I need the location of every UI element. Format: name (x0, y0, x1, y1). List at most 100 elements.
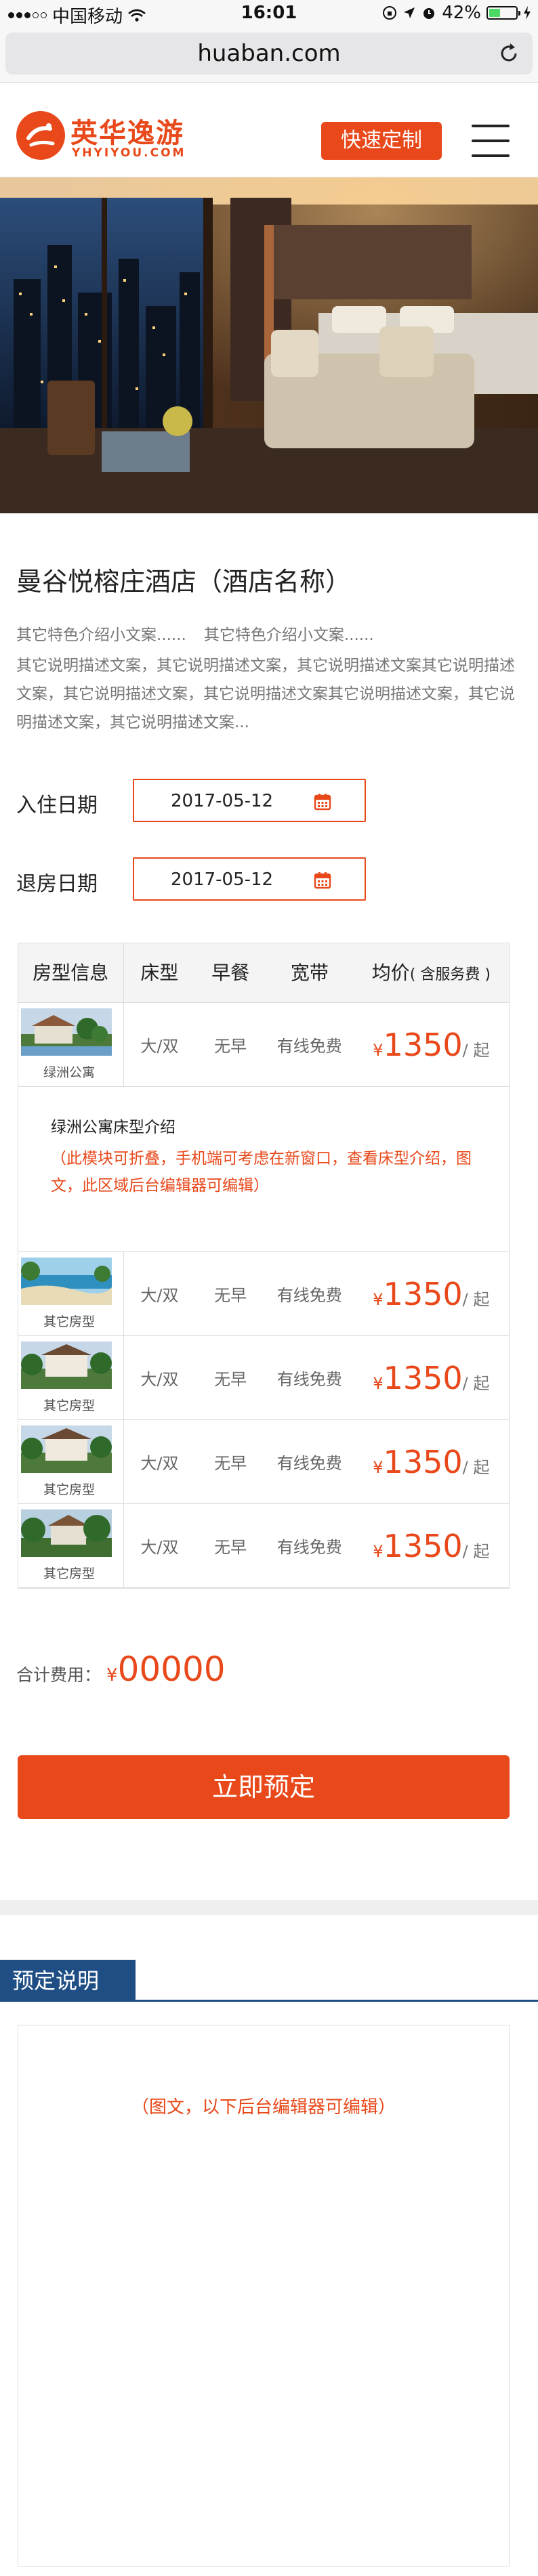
breakfast-cell: 无早 (214, 1454, 247, 1473)
currency-symbol: ¥ (373, 1457, 384, 1477)
price-cell: ¥1350/ 起 (354, 1360, 509, 1396)
price-value: 1350 (383, 1443, 463, 1480)
header-breakfast: 早餐 (211, 962, 250, 984)
total-currency: ¥ (106, 1665, 118, 1686)
table-row[interactable]: 其它房型 大/双 无早 有线免费 ¥1350/ 起 (18, 1335, 509, 1420)
broadband-cell: 有线免费 (276, 1538, 342, 1557)
status-icons: 42% (382, 3, 531, 23)
checkin-label: 入住日期 (16, 794, 98, 817)
site-header: 英华逸游 YHYIYOU.COM 快速定制 (0, 83, 538, 177)
table-row[interactable]: 其它房型 大/双 无早 有线免费 ¥1350/ 起 (18, 1503, 509, 1588)
room-type-table: 房型信息 床型 早餐 宽带 均价( 含服务费 ) 绿洲公寓 大/双 无早 有线免… (18, 943, 510, 1589)
currency-symbol: ¥ (373, 1040, 384, 1060)
booking-notes-content: （图文，以下后台编辑器可编辑） (18, 2025, 510, 2567)
price-cell: ¥1350/ 起 (354, 1276, 509, 1312)
broadband-cell: 有线免费 (276, 1370, 342, 1389)
total-cost: 合计费用： ¥00000 (16, 1650, 226, 1689)
book-now-button[interactable]: 立即预定 (18, 1755, 510, 1819)
notes-placeholder-text: （图文，以下后台编辑器可编辑） (131, 2097, 396, 2118)
orientation-lock-icon (383, 6, 397, 20)
checkout-date-field[interactable]: 2017-05-12 (133, 857, 366, 901)
table-row[interactable]: 绿洲公寓 大/双 无早 有线免费 ¥1350/ 起 (18, 1002, 509, 1087)
room-thumbnail (21, 1257, 112, 1305)
section-divider (0, 1900, 538, 1915)
header-price-note: ( 含服务费 ) (409, 966, 491, 983)
hamburger-menu-icon[interactable] (472, 122, 510, 160)
price-unit: / 起 (462, 1289, 490, 1309)
checkin-row: 入住日期 2017-05-12 (16, 779, 369, 822)
price-unit: / 起 (462, 1040, 490, 1060)
hotel-description: 其它说明描述文案，其它说明描述文案，其它说明描述文案其它说明描述文案，其它说明描… (16, 657, 515, 731)
breakfast-cell: 无早 (214, 1538, 247, 1557)
battery-icon (487, 6, 520, 20)
booking-notes-title: 预定说明 (0, 1960, 136, 2002)
room-info-cell: 其它房型 (18, 1419, 124, 1504)
price-unit: / 起 (462, 1541, 490, 1561)
table-row[interactable]: 其它房型 大/双 无早 有线免费 ¥1350/ 起 (18, 1419, 509, 1504)
bed-type-cell: 大/双 (140, 1454, 179, 1473)
total-label: 合计费用： (16, 1665, 102, 1685)
table-row[interactable]: 其它房型 大/双 无早 有线免费 ¥1350/ 起 (18, 1251, 509, 1336)
checkout-date-value: 2017-05-12 (171, 870, 274, 890)
checkout-row: 退房日期 2017-05-12 (16, 857, 369, 901)
room-thumbnail (21, 1509, 112, 1557)
table-header: 房型信息 床型 早餐 宽带 均价( 含服务费 ) (18, 943, 509, 1003)
room-thumbnail (21, 1425, 112, 1473)
currency-symbol: ¥ (373, 1373, 384, 1393)
price-unit: / 起 (462, 1373, 490, 1393)
logo-domain: YHYIYOU.COM (72, 146, 186, 160)
header-price-label: 均价 (371, 962, 410, 984)
currency-symbol: ¥ (373, 1541, 384, 1561)
broadband-cell: 有线免费 (276, 1454, 342, 1473)
price-value: 1350 (383, 1026, 463, 1063)
url-field[interactable]: huaban.com (5, 33, 533, 74)
room-info-cell: 绿洲公寓 (18, 1002, 124, 1087)
battery-percent: 42% (442, 3, 481, 23)
checkin-date-field[interactable]: 2017-05-12 (133, 779, 366, 822)
price-cell: ¥1350/ 起 (354, 1528, 509, 1564)
price-cell: ¥1350/ 起 (354, 1444, 509, 1480)
feature-text: 其它特色介绍小文案...... (16, 626, 186, 644)
room-info-cell: 其它房型 (18, 1503, 124, 1588)
broadband-cell: 有线免费 (276, 1037, 342, 1056)
broadband-cell: 有线免费 (276, 1286, 342, 1305)
intro-panel-text: （此模块可折叠，手机端可考虑在新窗口，查看床型介绍，图文，此区域后台编辑器可编辑… (51, 1150, 472, 1195)
header-avg-price: 均价( 含服务费 ) (354, 943, 509, 1002)
price-value: 1350 (383, 1359, 463, 1396)
alarm-icon (423, 8, 435, 19)
calendar-icon[interactable] (313, 792, 332, 811)
bed-type-cell: 大/双 (140, 1370, 179, 1389)
room-info-cell: 其它房型 (18, 1335, 124, 1420)
calendar-icon[interactable] (313, 871, 332, 890)
bed-type-cell: 大/双 (140, 1037, 179, 1056)
room-type-intro-panel: 绿洲公寓床型介绍 （此模块可折叠，手机端可考虑在新窗口，查看床型介绍，图文，此区… (18, 1087, 509, 1252)
url-text: huaban.com (197, 40, 341, 67)
hotel-room-photo (0, 177, 538, 513)
room-thumbnail (21, 1341, 112, 1389)
breakfast-cell: 无早 (214, 1037, 247, 1056)
header-broadband: 宽带 (290, 962, 329, 984)
intro-panel-title: 绿洲公寓床型介绍 (51, 1119, 175, 1136)
room-info-cell: 其它房型 (18, 1251, 124, 1336)
room-name: 其它房型 (43, 1314, 95, 1329)
breakfast-cell: 无早 (214, 1286, 247, 1305)
price-cell: ¥1350/ 起 (354, 1027, 509, 1063)
bed-type-cell: 大/双 (140, 1286, 179, 1305)
reload-icon[interactable] (497, 42, 520, 65)
hotel-feature-intro: 其它特色介绍小文案...... 其它特色介绍小文案...... (16, 622, 374, 645)
room-name: 其它房型 (43, 1482, 95, 1497)
hotel-name: 曼谷悦榕庄酒店（酒店名称） (16, 567, 352, 597)
booking-notes-header: 预定说明 (0, 1960, 538, 2002)
status-bar: 中国移动 16:01 42% (0, 0, 538, 27)
currency-symbol: ¥ (373, 1289, 384, 1309)
quick-customize-button[interactable]: 快速定制 (321, 122, 442, 160)
room-thumbnail (21, 1008, 112, 1056)
total-value: 00000 (117, 1650, 226, 1689)
site-logo[interactable]: 英华逸游 YHYIYOU.COM (16, 111, 186, 161)
room-name: 其它房型 (43, 1566, 95, 1581)
room-name: 其它房型 (43, 1398, 95, 1413)
logo-mark-icon (16, 111, 65, 160)
header-bed-type: 床型 (140, 962, 179, 984)
logo-text: 英华逸游 (70, 118, 184, 149)
charging-icon (524, 6, 531, 20)
